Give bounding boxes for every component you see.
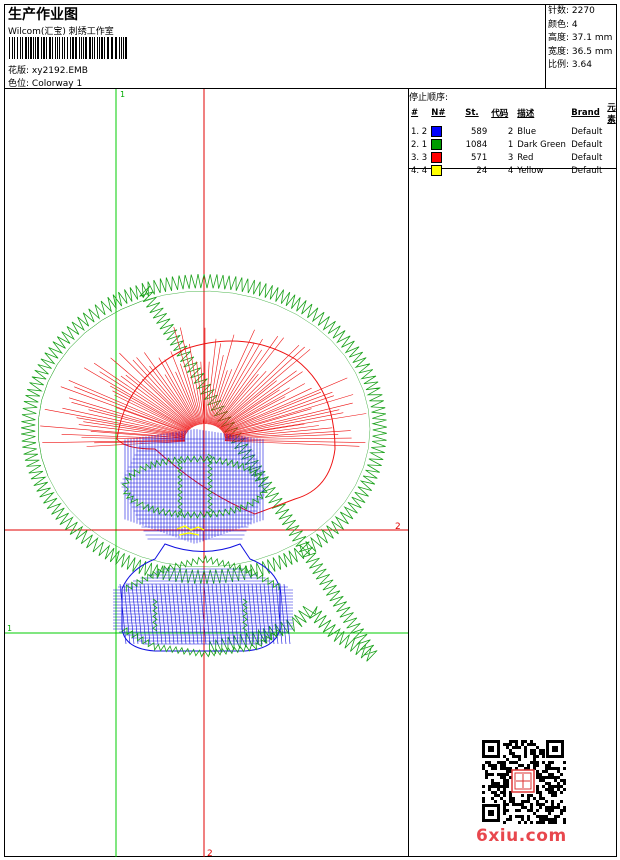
stat-label: 高度: bbox=[548, 33, 570, 43]
stat-value: 36.5 mm bbox=[571, 46, 613, 57]
table-row: 4. 4 24 4 Yellow Default bbox=[409, 164, 620, 177]
blue-head-fill bbox=[120, 429, 270, 544]
company-name: Wilcom(汇宝) 刺绣工作室 bbox=[8, 27, 114, 37]
stat-label: 宽度: bbox=[548, 46, 570, 57]
qr-code-image bbox=[480, 738, 566, 824]
col-desc: 描述 bbox=[517, 109, 535, 119]
col-code: 代码 bbox=[491, 109, 509, 119]
color-swatch bbox=[431, 165, 443, 176]
guide-label-h1: 1 bbox=[7, 624, 12, 633]
design-file: xy2192.EMB bbox=[31, 66, 88, 76]
design-file-line: 花版: xy2192.EMB bbox=[8, 63, 88, 76]
barcode-image bbox=[9, 37, 127, 59]
page-title: 生产作业图 bbox=[8, 7, 78, 23]
row-brand: Default bbox=[571, 165, 603, 176]
colorway-value: Colorway 1 bbox=[31, 79, 83, 89]
row-brand: Default bbox=[571, 152, 603, 163]
stat-value: 37.1 mm bbox=[571, 33, 613, 43]
row-index: 1. 2 bbox=[411, 126, 428, 137]
row-swatch bbox=[429, 151, 463, 164]
seal-stamp-icon bbox=[511, 769, 535, 793]
stat-label: 针数: bbox=[548, 6, 570, 16]
stats-divider bbox=[545, 4, 546, 88]
row-st: 1084 bbox=[465, 139, 488, 150]
qr-finder-top-left bbox=[482, 740, 500, 758]
guide-label-h2: 2 bbox=[395, 522, 401, 532]
row-swatch bbox=[429, 138, 463, 151]
embroidery-preview: 1 1 2 2 bbox=[5, 89, 408, 857]
row-index: 2. 1 bbox=[411, 139, 428, 150]
stat-label: 颜色: bbox=[548, 19, 570, 30]
color-swatch bbox=[431, 152, 443, 163]
table-row: 3. 3 571 3 Red Default bbox=[409, 151, 620, 164]
colorway-line: 色位: Colorway 1 bbox=[8, 76, 82, 89]
colorway-label: 色位: bbox=[8, 79, 30, 89]
qr-finder-top-right bbox=[546, 740, 564, 758]
row-swatch bbox=[429, 125, 463, 138]
col-element: 元素 bbox=[607, 103, 616, 125]
stat-label: 比例: bbox=[548, 60, 570, 70]
row-st: 24 bbox=[476, 165, 488, 176]
stat-stitches: 针数: 2270 bbox=[548, 5, 612, 19]
stat-value: 4 bbox=[571, 19, 578, 30]
stat-width: 宽度: 36.5 mm bbox=[548, 46, 612, 60]
row-code: 3 bbox=[507, 152, 514, 163]
stat-value: 2270 bbox=[571, 6, 595, 16]
color-swatch bbox=[431, 139, 443, 150]
row-desc: Dark Green bbox=[517, 139, 566, 150]
stat-height: 高度: 37.1 mm bbox=[548, 32, 612, 46]
row-desc: Blue bbox=[517, 126, 537, 137]
stop-sequence-table: # N# St. 代码 描述 Brand 元素 1. 2 589 2 Blue … bbox=[409, 101, 620, 177]
stats-panel: 针数: 2270 颜色: 4 高度: 37.1 mm 宽度: 36.5 mm 比… bbox=[548, 5, 612, 73]
row-st: 589 bbox=[471, 126, 488, 137]
stat-colors: 颜色: 4 bbox=[548, 19, 612, 33]
col-brand: Brand bbox=[571, 108, 600, 118]
row-st: 571 bbox=[471, 152, 488, 163]
col-st: St. bbox=[465, 108, 479, 118]
row-desc: Red bbox=[517, 152, 534, 163]
row-brand: Default bbox=[571, 139, 603, 150]
row-desc: Yellow bbox=[517, 165, 544, 176]
col-index: # bbox=[411, 108, 419, 118]
row-brand: Default bbox=[571, 126, 603, 137]
stat-scale: 比例: 3.64 bbox=[548, 59, 612, 73]
stat-value: 3.64 bbox=[571, 60, 592, 70]
table-row: 1. 2 589 2 Blue Default bbox=[409, 125, 620, 138]
table-row: 2. 1 1084 1 Dark Green Default bbox=[409, 138, 620, 151]
col-n: N# bbox=[431, 108, 446, 118]
row-code: 4 bbox=[507, 165, 514, 176]
row-code: 2 bbox=[507, 126, 514, 137]
guide-label-v2: 2 bbox=[207, 849, 213, 857]
row-code: 1 bbox=[507, 139, 514, 150]
table-header-row: # N# St. 代码 描述 Brand 元素 bbox=[409, 101, 620, 125]
design-label: 花版: bbox=[8, 66, 30, 76]
qr-finder-bottom-left bbox=[482, 804, 500, 822]
row-swatch bbox=[429, 164, 463, 177]
row-index: 3. 3 bbox=[411, 152, 428, 163]
guide-label-v1: 1 bbox=[120, 90, 125, 99]
row-index: 4. 4 bbox=[411, 165, 428, 176]
sequence-divider bbox=[408, 88, 409, 857]
watermark-logo: 6xiu.com bbox=[476, 826, 567, 846]
color-swatch bbox=[431, 126, 443, 137]
